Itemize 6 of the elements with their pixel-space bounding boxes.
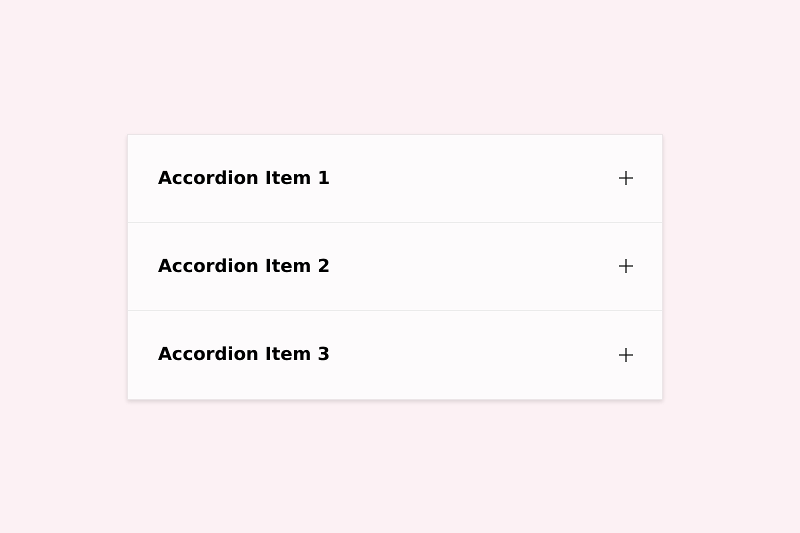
accordion-header[interactable]: Accordion Item 2	[128, 222, 662, 310]
plus-icon	[618, 258, 634, 274]
accordion-header[interactable]: Accordion Item 1	[128, 134, 662, 222]
plus-icon	[618, 346, 634, 362]
accordion-header[interactable]: Accordion Item 3	[128, 310, 662, 398]
plus-icon	[618, 170, 634, 186]
